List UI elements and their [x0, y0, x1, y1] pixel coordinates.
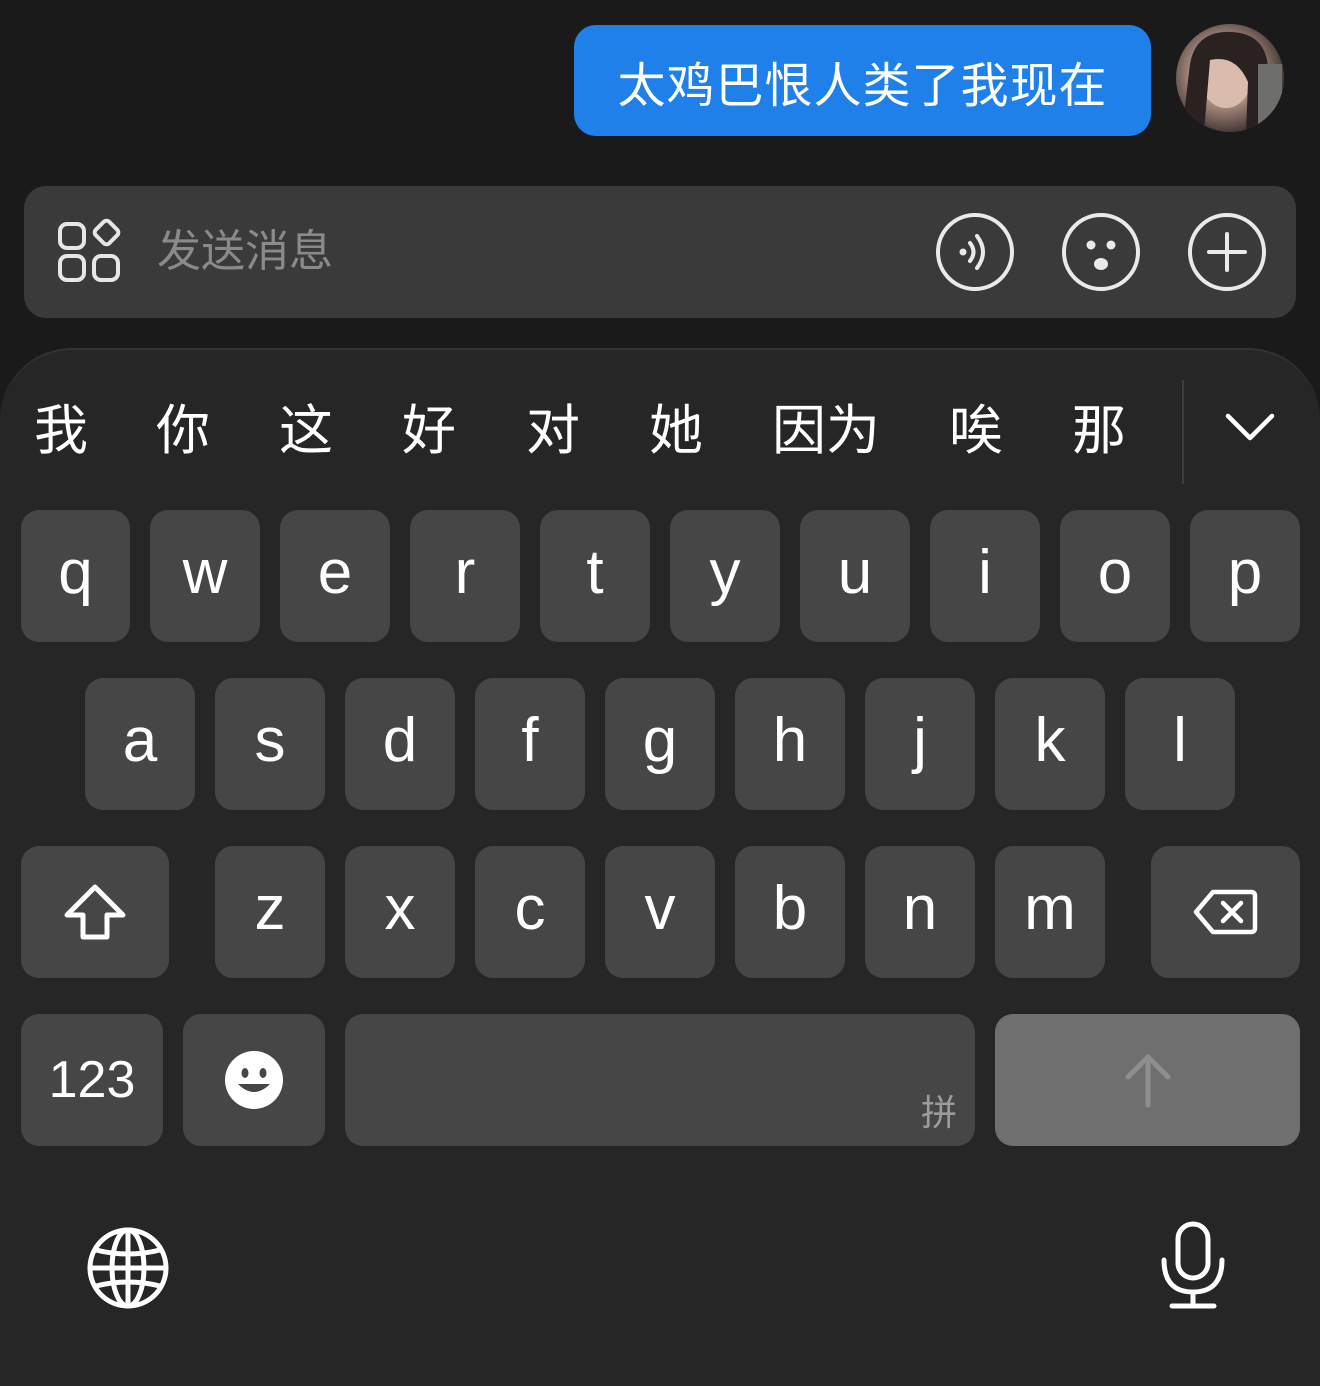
candidate-bar: 我 你 这 好 对 她 因为 唉 那 [0, 350, 1320, 500]
key-p[interactable]: p [1190, 510, 1300, 642]
pinyin-indicator: 拼 [920, 1092, 957, 1133]
key-h[interactable]: h [735, 678, 845, 810]
message-text: 太鸡巴恨人类了我现在 [617, 57, 1108, 114]
key-o[interactable]: o [1060, 510, 1170, 642]
key-l[interactable]: l [1125, 678, 1235, 810]
key-q[interactable]: q [21, 510, 130, 642]
key-m[interactable]: m [995, 846, 1105, 978]
shift-key[interactable] [21, 846, 169, 978]
message-input[interactable]: 发送消息 [157, 186, 333, 318]
candidate-word[interactable]: 唉 [949, 396, 1003, 466]
candidate-word[interactable]: 你 [156, 396, 210, 466]
emoji-smile-icon [225, 1051, 283, 1109]
key-c[interactable]: c [475, 846, 585, 978]
voice-wave-icon[interactable] [935, 212, 1015, 292]
backspace-icon [1193, 889, 1257, 935]
emoji-face-icon[interactable] [1061, 212, 1141, 292]
key-t[interactable]: t [540, 510, 650, 642]
candidate-word[interactable]: 那 [1072, 396, 1126, 466]
numbers-key[interactable]: 123 [21, 1014, 163, 1146]
send-key[interactable] [995, 1014, 1300, 1146]
key-r[interactable]: r [410, 510, 520, 642]
candidate-divider [1182, 380, 1184, 484]
key-e[interactable]: e [280, 510, 390, 642]
key-n[interactable]: n [865, 846, 975, 978]
key-j[interactable]: j [865, 678, 975, 810]
keyboard: 我 你 这 好 对 她 因为 唉 那 q w e r t y u i o p a… [0, 348, 1320, 1386]
key-x[interactable]: x [345, 846, 455, 978]
globe-icon[interactable] [86, 1226, 170, 1310]
candidate-word[interactable]: 对 [526, 396, 580, 466]
chat-screen: 太鸡巴恨人类了我现在 发送消息 我 你 这 好 对 她 因为 唉 那 q w e… [0, 0, 1320, 1386]
key-u[interactable]: u [800, 510, 910, 642]
key-d[interactable]: d [345, 678, 455, 810]
key-f[interactable]: f [475, 678, 585, 810]
arrow-up-icon [1125, 1054, 1170, 1108]
key-s[interactable]: s [215, 678, 325, 810]
apps-icon[interactable] [56, 218, 124, 286]
candidate-word[interactable]: 她 [649, 396, 703, 466]
space-key[interactable]: 拼 [345, 1014, 975, 1146]
candidate-word[interactable]: 因为 [772, 396, 880, 466]
key-v[interactable]: v [605, 846, 715, 978]
key-k[interactable]: k [995, 678, 1105, 810]
key-z[interactable]: z [215, 846, 325, 978]
plus-icon[interactable] [1187, 212, 1267, 292]
key-i[interactable]: i [930, 510, 1040, 642]
key-w[interactable]: w [150, 510, 260, 642]
microphone-icon[interactable] [1158, 1220, 1228, 1312]
key-g[interactable]: g [605, 678, 715, 810]
key-y[interactable]: y [670, 510, 780, 642]
emoji-key[interactable] [183, 1014, 325, 1146]
candidate-word[interactable]: 这 [279, 396, 333, 466]
shift-arrow-icon [64, 884, 126, 940]
message-input-bar: 发送消息 [24, 186, 1296, 318]
avatar[interactable] [1176, 24, 1284, 132]
candidate-word[interactable]: 好 [402, 396, 456, 466]
candidate-word[interactable]: 我 [34, 396, 88, 466]
chevron-down-icon[interactable] [1222, 406, 1278, 446]
delete-key[interactable] [1151, 846, 1300, 978]
sent-message-bubble[interactable]: 太鸡巴恨人类了我现在 [574, 25, 1151, 136]
key-b[interactable]: b [735, 846, 845, 978]
key-a[interactable]: a [85, 678, 195, 810]
